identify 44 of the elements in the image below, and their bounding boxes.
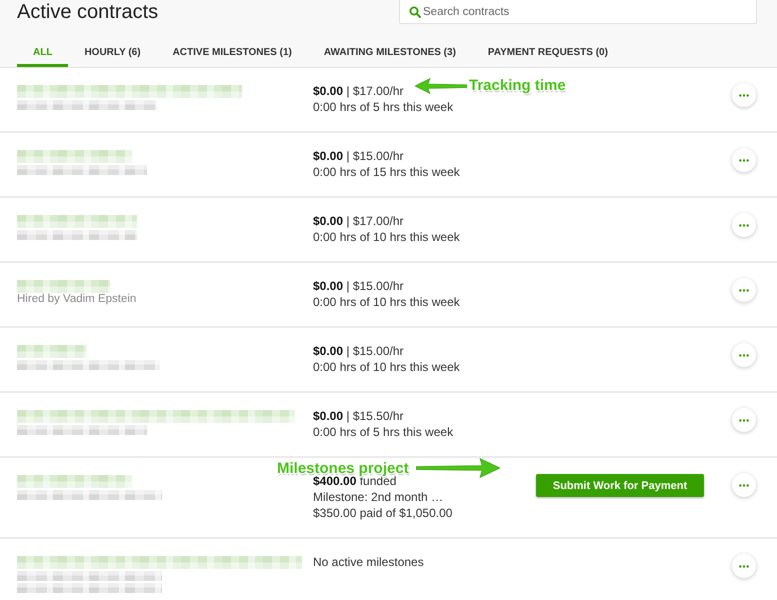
more-options-button[interactable] — [732, 554, 756, 578]
more-options-button[interactable] — [732, 148, 756, 172]
more-options-button[interactable] — [732, 83, 756, 107]
hired-by-text: Hired by Vadim Epstein — [17, 293, 136, 306]
contract-detail-text: 0:00 hrs of 10 hrs this week — [313, 294, 460, 310]
tab[interactable]: AWAITING MILESTONES (3) — [308, 40, 472, 67]
contract-detail-text: No active milestones — [313, 554, 424, 570]
more-options-button[interactable] — [732, 343, 756, 367]
callout-text: Milestones project — [277, 460, 409, 476]
ellipsis-icon — [739, 94, 749, 96]
contract-detail-text: Milestone: 2nd month … — [313, 489, 444, 505]
ellipsis-icon — [739, 224, 749, 226]
page-title: Active contracts — [16, 0, 158, 24]
search-icon — [409, 6, 421, 18]
more-options-button[interactable] — [732, 278, 756, 302]
contract-detail-text: $0.00 | $15.00/hr — [313, 148, 404, 164]
pixelated-name — [17, 345, 87, 358]
contract-detail-text: $0.00 | $15.00/hr — [313, 278, 404, 294]
tab[interactable]: PAYMENT REQUESTS (0) — [472, 40, 624, 67]
more-options-button[interactable] — [732, 473, 756, 497]
contract-detail-text: $0.00 | $15.00/hr — [313, 343, 404, 359]
contract-detail-text: 0:00 hrs of 10 hrs this week — [313, 229, 460, 245]
contract-detail-text: $350.00 paid of $1,050.00 — [313, 505, 452, 521]
search-field[interactable]: Search contracts — [399, 0, 757, 24]
contract-detail-text: $0.00 | $17.00/hr — [313, 83, 404, 99]
left-arrow-icon — [415, 78, 467, 94]
ellipsis-icon — [739, 484, 749, 486]
tab[interactable]: ACTIVE MILESTONES (1) — [156, 40, 308, 67]
contract-detail-text: 0:00 hrs of 5 hrs this week — [313, 99, 454, 115]
contract-detail-text: $0.00 | $17.00/hr — [313, 213, 404, 229]
more-options-button[interactable] — [732, 213, 756, 237]
contract-detail-text: 0:00 hrs of 5 hrs this week — [313, 424, 454, 440]
more-options-button[interactable] — [732, 408, 756, 432]
contract-detail-text: $0.00 | $15.50/hr — [313, 408, 404, 424]
callout-text: Tracking time — [469, 77, 566, 94]
ellipsis-icon — [739, 564, 749, 568]
ellipsis-icon — [739, 288, 749, 292]
ellipsis-icon — [739, 354, 749, 356]
contract-detail-text: 0:00 hrs of 10 hrs this week — [313, 359, 460, 375]
contract-detail-text: 0:00 hrs of 15 hrs this week — [313, 164, 460, 180]
tab[interactable]: HOURLY (6) — [68, 40, 157, 67]
ellipsis-icon — [739, 158, 749, 162]
right-arrow-icon — [416, 458, 500, 478]
ellipsis-icon — [739, 418, 749, 422]
